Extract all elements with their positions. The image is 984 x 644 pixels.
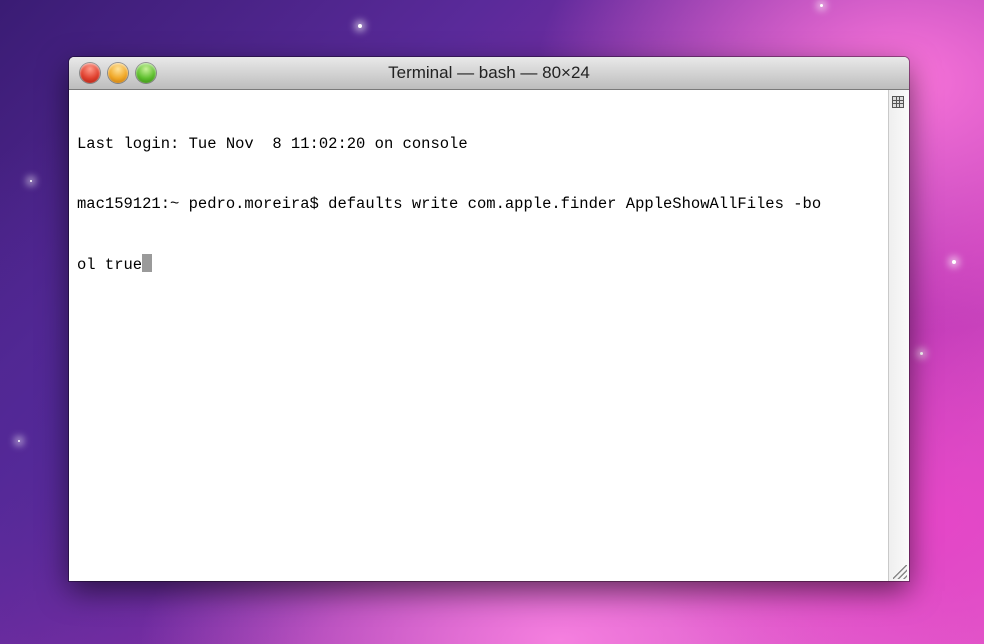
resize-grip-icon[interactable] [893,565,907,579]
window-title: Terminal — bash — 80×24 [388,63,590,82]
text-cursor [142,254,153,272]
star [358,24,362,28]
split-pane-icon[interactable] [892,96,904,108]
vertical-scrollbar[interactable] [888,90,909,581]
star [30,180,32,182]
star [920,352,923,355]
terminal-line-text: ol true [77,256,143,274]
terminal-line: mac159121:~ pedro.moreira$ defaults writ… [77,195,822,213]
terminal-window: Terminal — bash — 80×24 Last login: Tue … [69,57,909,581]
star [820,4,823,7]
terminal-line-current: ol true [77,254,885,274]
star [18,440,20,442]
title-bar[interactable]: Terminal — bash — 80×24 [69,57,909,90]
star [952,260,956,264]
terminal-output[interactable]: Last login: Tue Nov 8 11:02:20 on consol… [77,94,885,314]
terminal-line: Last login: Tue Nov 8 11:02:20 on consol… [77,135,468,153]
terminal-content[interactable]: Last login: Tue Nov 8 11:02:20 on consol… [69,90,909,581]
